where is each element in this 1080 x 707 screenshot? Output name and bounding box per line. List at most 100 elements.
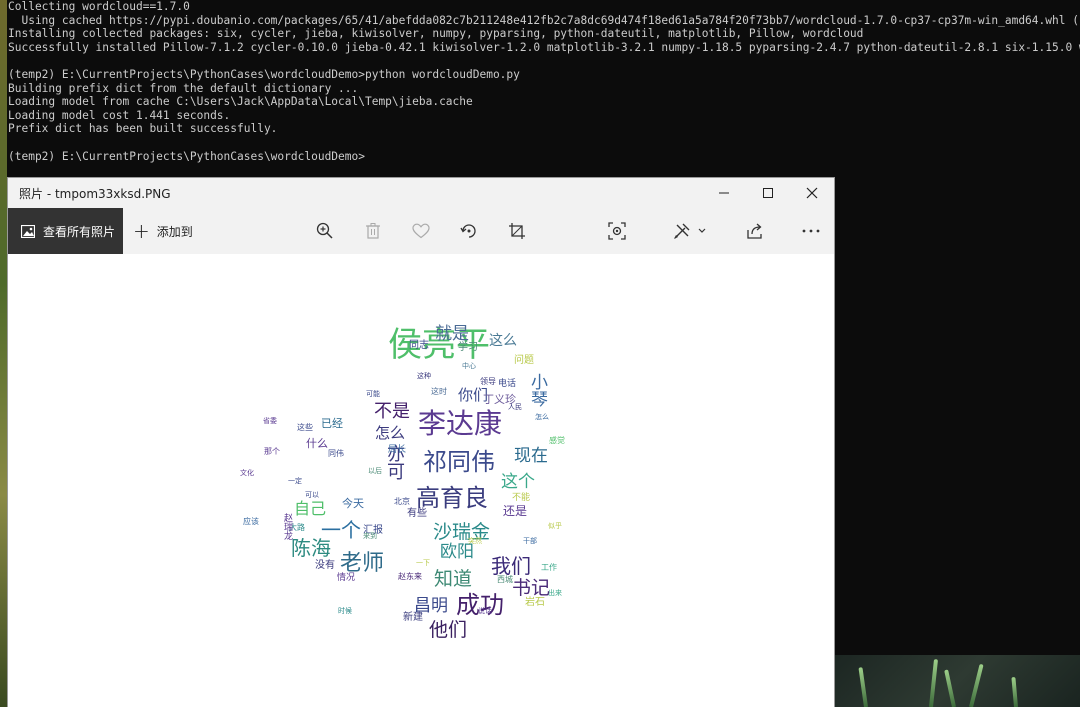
grass-blade <box>944 669 956 707</box>
wordcloud-word: 怎么 <box>375 424 406 442</box>
wordcloud-word: 工作 <box>541 563 557 572</box>
crop-icon <box>509 223 525 239</box>
wordcloud-word: 情况 <box>337 573 356 583</box>
wordcloud-word: 一个 <box>321 518 361 542</box>
maximize-icon <box>763 188 773 198</box>
terminal-line: Collecting wordcloud==1.7.0 <box>8 0 190 13</box>
wordcloud-word: 感觉 <box>549 436 565 445</box>
terminal-line: (temp2) E:\CurrentProjects\PythonCases\w… <box>8 149 365 163</box>
grass-blade <box>969 663 984 707</box>
wordcloud-word: 没有 <box>315 560 335 571</box>
wordcloud-word: 李达康 <box>418 407 503 440</box>
see-all-photos-label: 查看所有照片 <box>43 224 116 239</box>
zoom-button[interactable] <box>310 208 340 254</box>
image-viewer-canvas[interactable]: 侯亮平 李达康 祁同伟 高育良 沙瑞金 成功 老师 陈海 一个 我们 知道 书记 欧阳 昌明 他们 不是 就是你… <box>8 254 834 707</box>
wordcloud-word: 时候 <box>338 607 352 615</box>
terminal-line: Building prefix dict from the default di… <box>8 81 359 95</box>
wordcloud-word: 这时 <box>431 387 447 396</box>
wordcloud-word: 欧阳 <box>440 542 474 562</box>
title-bar[interactable]: 照片 - tmpom33xksd.PNG <box>8 178 834 208</box>
close-button[interactable] <box>790 178 834 208</box>
desktop-background-grass <box>834 655 1080 707</box>
share-button[interactable] <box>740 208 770 254</box>
wordcloud-word: 知道 <box>434 568 473 590</box>
photos-app-window: 照片 - tmpom33xksd.PNG 查看所有照片 + 添加到 侯亮平 李达… <box>8 178 834 707</box>
terminal-line: Using cached https://pypi.doubanio.com/p… <box>8 13 1079 27</box>
wordcloud-word: 什么 <box>306 437 328 450</box>
wordcloud-word: 突然 <box>468 537 482 545</box>
wordcloud-word: 出来 <box>548 589 562 597</box>
wordcloud-word: 这种 <box>417 372 431 380</box>
wordcloud-word: 他们 <box>429 619 468 641</box>
wordcloud-word: 现在 <box>514 446 548 466</box>
photos-toolbar: 查看所有照片 + 添加到 <box>8 208 834 254</box>
terminal-line: Prefix dict has been built successfully. <box>8 122 278 136</box>
wordcloud-word: 今天 <box>342 497 364 510</box>
wordcloud-word: 一定 <box>288 477 302 485</box>
plus-icon: + <box>133 219 150 243</box>
wordcloud-word: 省委 <box>263 417 277 425</box>
window-title: 照片 - tmpom33xksd.PNG <box>19 186 171 201</box>
wordcloud-word: 来到 <box>363 532 377 540</box>
close-icon <box>806 187 818 199</box>
wordcloud-word: 以后 <box>368 467 382 475</box>
wordcloud-word: 北京 <box>394 497 410 506</box>
wordcloud-word: 应该 <box>243 517 259 526</box>
terminal-line: (temp2) E:\CurrentProjects\PythonCases\w… <box>8 67 520 81</box>
wordcloud-word: 领导 <box>480 377 496 386</box>
wordcloud-word: 老师 <box>340 551 385 576</box>
maximize-button[interactable] <box>746 178 790 208</box>
wordcloud-word: 局长 <box>388 445 407 455</box>
rotate-icon <box>460 224 476 238</box>
wordcloud-word: 可能 <box>366 390 380 398</box>
delete-button[interactable] <box>358 208 388 254</box>
wordcloud-word: 学习 <box>458 342 478 353</box>
rotate-button[interactable] <box>454 208 484 254</box>
wordcloud-word: 自己 <box>294 499 327 518</box>
wordcloud-word: 干部 <box>523 537 537 545</box>
see-all-photos-button[interactable]: 查看所有照片 <box>8 208 123 254</box>
wordcloud-word: 不是 <box>374 401 410 422</box>
wordcloud-word: 似乎 <box>548 522 562 530</box>
wordcloud-image: 侯亮平 李达康 祁同伟 高育良 沙瑞金 成功 老师 陈海 一个 我们 知道 书记 欧阳 昌明 他们 不是 就是你… <box>8 254 834 707</box>
crop-button[interactable] <box>502 208 532 254</box>
wordcloud-word: 可以 <box>305 491 319 499</box>
favorite-button[interactable] <box>406 208 436 254</box>
wordcloud-word: 赵东来 <box>398 572 422 581</box>
wordcloud-word: 新建 <box>403 612 423 623</box>
edit-draw-button[interactable] <box>668 208 712 254</box>
wordcloud-word: 不能 <box>512 493 531 503</box>
wordcloud-word: 说话 <box>478 607 492 615</box>
more-button[interactable] <box>796 208 826 254</box>
terminal-line: Installing collected packages: six, cycl… <box>8 27 864 41</box>
wordcloud-word: 书记 <box>512 577 551 599</box>
enhance-button[interactable] <box>602 208 632 254</box>
add-to-label: 添加到 <box>156 224 193 239</box>
wordcloud-word: 中心 <box>462 362 476 370</box>
add-to-button[interactable]: + 添加到 <box>133 208 193 254</box>
wordcloud-word: 电话 <box>498 379 517 389</box>
photos-icon <box>21 224 35 238</box>
more-icon <box>802 229 820 233</box>
wordcloud-word: 人民 <box>508 403 522 411</box>
wordcloud-word: 已经 <box>321 417 343 430</box>
wordcloud-word: 岩石 <box>525 597 545 608</box>
desktop-background-left <box>0 0 7 707</box>
wordcloud-word: 这么 <box>489 333 517 349</box>
wordcloud-word: 怎么 <box>535 413 549 421</box>
terminal-line: Loading model cost 1.441 seconds. <box>8 108 231 122</box>
share-icon <box>747 223 762 239</box>
heart-icon <box>412 223 430 239</box>
grass-blade <box>929 659 939 707</box>
wordcloud-word: 祁同伟 <box>423 448 495 476</box>
wordcloud-word: 同志 <box>409 340 429 351</box>
wordcloud-word: 小琴 <box>527 373 547 407</box>
wordcloud-word: 有些 <box>407 508 427 519</box>
wordcloud-word: 我们 <box>491 554 531 578</box>
grass-blade <box>858 667 868 707</box>
delete-icon <box>366 223 380 239</box>
minimize-button[interactable] <box>702 178 746 208</box>
wordcloud-word: 一下 <box>416 559 430 567</box>
